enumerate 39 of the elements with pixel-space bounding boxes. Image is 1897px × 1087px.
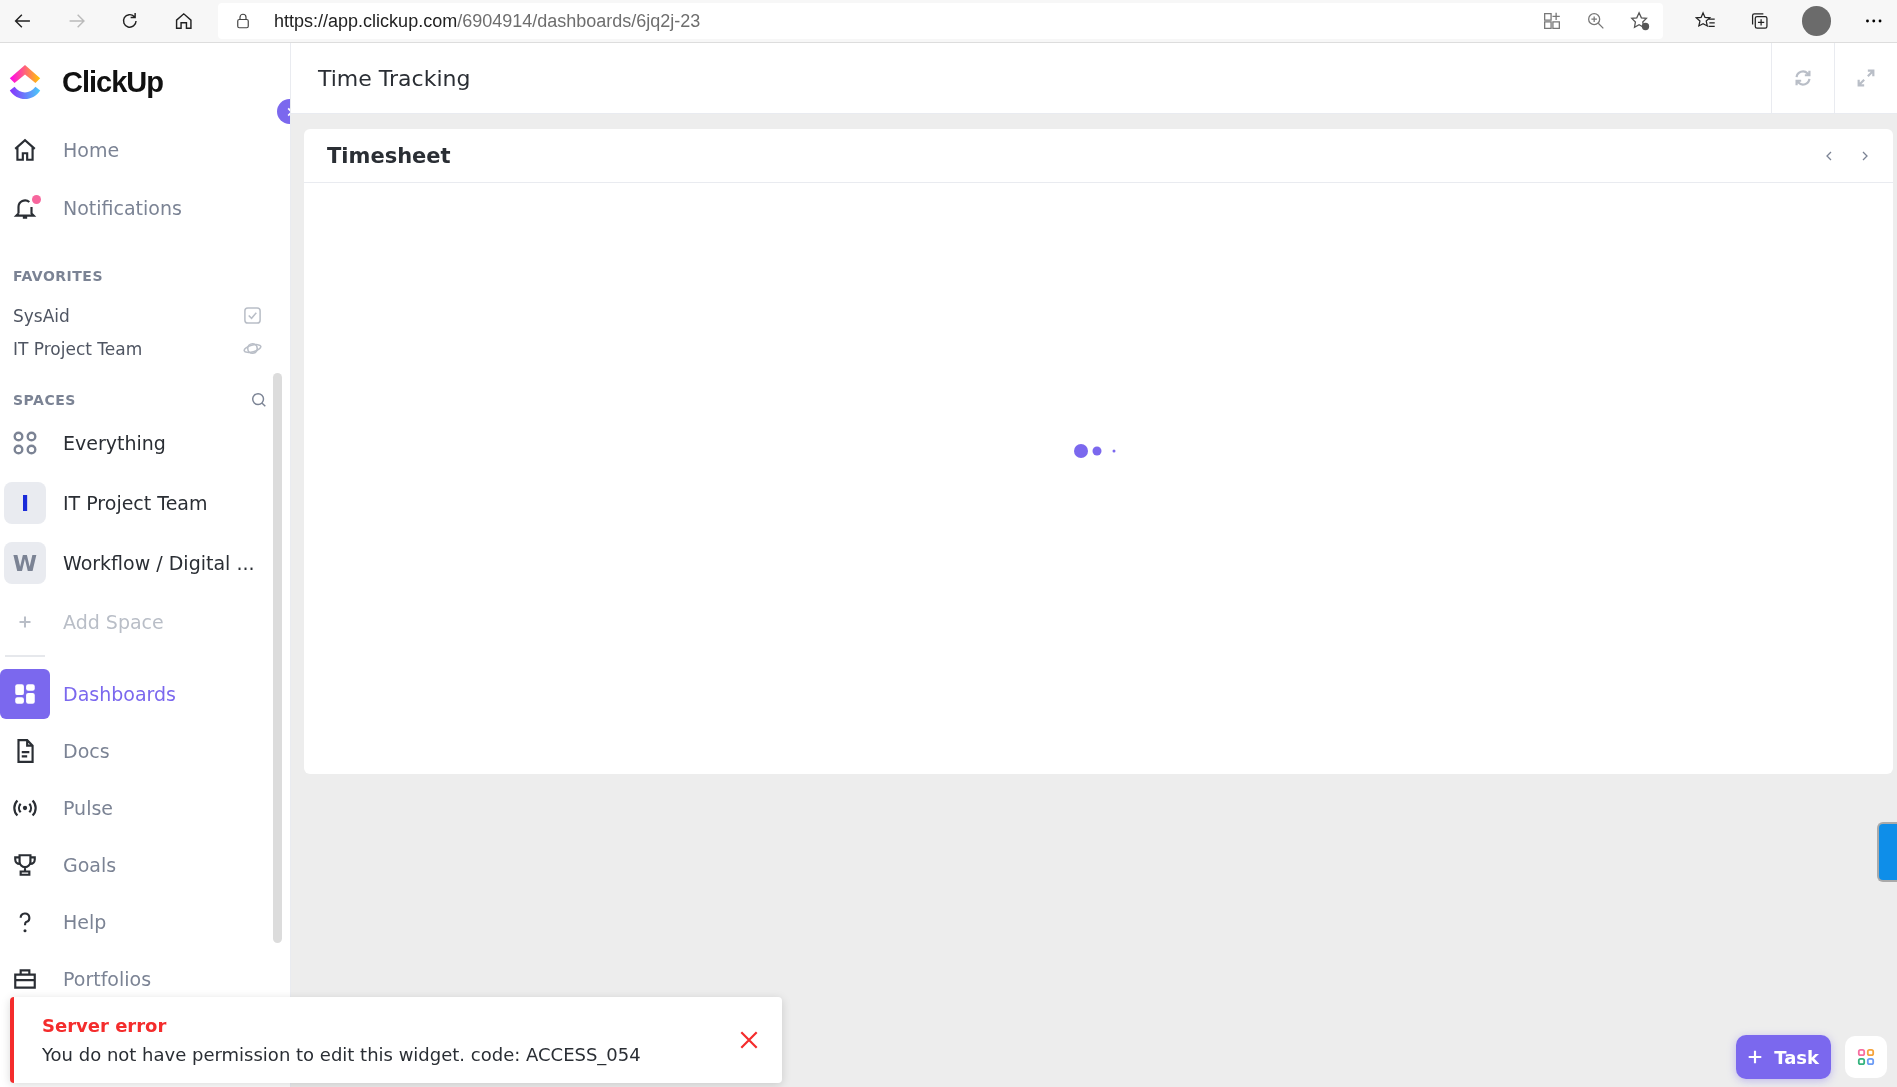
- sidebar-item[interactable]: Dashboards: [0, 665, 290, 722]
- logo-text: ClickUp: [62, 65, 163, 99]
- unread-dot: [32, 195, 41, 204]
- page-title: Time Tracking: [318, 65, 471, 91]
- refresh-icon: [1792, 67, 1814, 89]
- scrollbar[interactable]: [273, 373, 282, 943]
- sidebar-item[interactable]: Help: [0, 893, 290, 950]
- url-text: https://app.clickup.com/6904914/dashboards/6jq2j-23: [274, 10, 701, 32]
- address-bar[interactable]: https://app.clickup.com/6904914/dashboards/6jq2j-23: [218, 3, 1664, 39]
- space-avatar: W: [4, 542, 46, 584]
- space-item[interactable]: I IT Project Team: [0, 473, 290, 533]
- close-icon[interactable]: [738, 1029, 760, 1051]
- sidebar-item[interactable]: Notifications: [0, 179, 290, 237]
- sidebar-item[interactable]: Goals: [0, 836, 290, 893]
- favorite-item[interactable]: IT Project Team: [0, 332, 290, 365]
- apps-grid-icon: [1857, 1048, 1875, 1066]
- sidebar-item[interactable]: Pulse: [0, 779, 290, 836]
- search-icon[interactable]: [250, 391, 268, 409]
- space-item[interactable]: Everything: [0, 413, 290, 473]
- new-task-button[interactable]: Task: [1736, 1035, 1831, 1079]
- apps-button[interactable]: [1845, 1036, 1887, 1078]
- favorite-add-icon[interactable]: [1629, 10, 1652, 32]
- widget-title: Timesheet: [327, 143, 451, 168]
- checkbox-icon: [243, 306, 262, 325]
- space-avatar: I: [4, 482, 46, 524]
- profile-avatar[interactable]: [1802, 6, 1832, 36]
- grid-icon: [12, 430, 38, 456]
- trophy-icon: [12, 851, 38, 878]
- sidebar-item[interactable]: Home: [0, 121, 290, 179]
- home-icon: [12, 137, 38, 163]
- toast-title: Server error: [42, 1015, 168, 1036]
- space-item[interactable]: W Workflow / Digital ...: [0, 533, 290, 593]
- expand-icon: [1855, 67, 1877, 89]
- section-heading: SPACES: [13, 392, 76, 408]
- sidebar-item[interactable]: Docs: [0, 722, 290, 779]
- toast-message: You do not have permission to edit this widget. code: ACCESS_054: [42, 1044, 642, 1065]
- sidebar-item[interactable]: Portfolios: [0, 950, 290, 1007]
- favorite-item[interactable]: SysAid: [0, 299, 290, 332]
- section-heading: FAVORITES: [13, 268, 104, 284]
